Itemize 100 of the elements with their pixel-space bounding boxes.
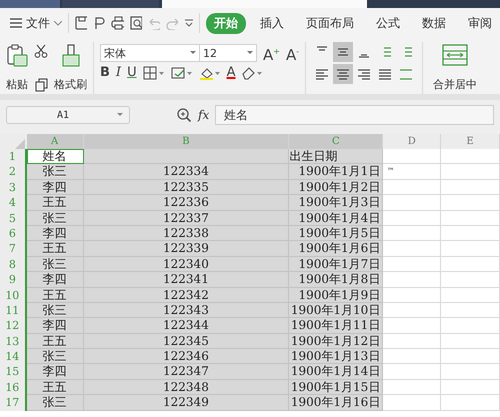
row-header[interactable]: 9 xyxy=(0,272,27,288)
table-cell: 李四 xyxy=(26,180,84,196)
table-cell xyxy=(441,349,500,364)
increase-font-button[interactable]: A$^{+}$ xyxy=(263,44,280,62)
file-menu-button[interactable]: 文件 xyxy=(10,14,62,32)
table-cell: 122346 xyxy=(84,349,290,364)
table-cell: 122349 xyxy=(84,395,290,411)
zoom-icon[interactable] xyxy=(176,107,192,123)
font-name-dropdown[interactable]: 宋体 xyxy=(100,44,200,62)
row-header[interactable]: 2 xyxy=(0,164,27,180)
fill-color-icon[interactable] xyxy=(198,66,221,80)
row-header[interactable]: 4 xyxy=(0,195,27,211)
ribbon-tab[interactable]: 数据 xyxy=(414,12,454,34)
table-cell xyxy=(383,210,442,226)
table-cell: 1900年1月11日 xyxy=(289,318,384,334)
caret-icon[interactable] xyxy=(117,113,123,117)
copy-icon[interactable] xyxy=(34,78,48,92)
paste-icon[interactable] xyxy=(6,44,28,68)
row-header[interactable]: 5 xyxy=(0,210,27,226)
ribbon-tab[interactable]: 公式 xyxy=(368,12,408,34)
table-cell: 王五 xyxy=(26,195,84,211)
name-box[interactable]: A1 xyxy=(6,106,130,124)
row-header[interactable]: 11 xyxy=(0,302,27,318)
ribbon-tab[interactable]: 审阅 xyxy=(460,12,500,34)
merge-center-label[interactable]: 合并居中 xyxy=(433,77,478,92)
ribbon-tab[interactable]: 插入 xyxy=(252,12,292,34)
save-icon[interactable] xyxy=(74,16,87,30)
table-cell: 王五 xyxy=(26,241,84,257)
cut-icon[interactable] xyxy=(34,44,48,58)
bold-button[interactable]: B xyxy=(100,66,110,80)
italic-button[interactable]: I xyxy=(116,66,122,80)
format-painter-label[interactable]: 格式刷 xyxy=(54,77,87,92)
menu-icon xyxy=(10,18,22,28)
table-cell xyxy=(383,226,442,242)
table-cell xyxy=(441,226,500,242)
paste-label[interactable]: 粘贴 xyxy=(6,77,28,92)
decrease-font-button[interactable]: A$^{-}$ xyxy=(286,44,300,62)
row-header[interactable]: 14 xyxy=(0,349,27,364)
table-cell: 1900年1月5日 xyxy=(289,226,384,242)
underline-button[interactable]: U xyxy=(127,66,137,80)
table-cell: 张三 xyxy=(26,302,84,318)
borders-icon[interactable] xyxy=(142,66,165,80)
row-header[interactable]: 12 xyxy=(0,318,27,334)
table-cell xyxy=(383,288,442,303)
table-cell: 122347 xyxy=(84,364,290,380)
table-cell: 122344 xyxy=(84,318,290,334)
table-cell: 1900年1月15日 xyxy=(289,380,384,396)
column-header[interactable]: B xyxy=(84,134,290,149)
table-cell xyxy=(383,302,442,318)
row-header[interactable]: 7 xyxy=(0,241,27,257)
table-cell: 张三 xyxy=(26,349,84,364)
table-cell: 122336 xyxy=(84,195,290,211)
table-cell: 122342 xyxy=(84,288,290,303)
row-header[interactable]: 6 xyxy=(0,226,27,242)
align-middle-icon[interactable] xyxy=(333,42,354,62)
table-cell: 出生日期 xyxy=(289,149,384,164)
caret-icon[interactable] xyxy=(190,51,196,55)
column-header[interactable]: C xyxy=(289,134,384,149)
row-header[interactable]: 1 xyxy=(0,149,27,164)
table-cell: 李四 xyxy=(26,318,84,334)
cell-style-icon[interactable] xyxy=(170,66,193,80)
function-label[interactable]: fx xyxy=(198,108,210,122)
ribbon-tab[interactable]: 开始 xyxy=(206,12,246,34)
format-painter-icon[interactable] xyxy=(60,44,80,68)
table-cell xyxy=(383,334,442,350)
caret-icon[interactable] xyxy=(247,51,253,55)
row-header[interactable]: 16 xyxy=(0,380,27,396)
row-header[interactable]: 13 xyxy=(0,334,27,350)
print-icon[interactable] xyxy=(111,16,124,30)
table-cell: 姓名 xyxy=(26,149,84,164)
table-cell: 1900年1月13日 xyxy=(289,349,384,364)
column-header[interactable]: A xyxy=(26,134,84,149)
table-cell: 122345 xyxy=(84,334,290,350)
row-header[interactable]: 8 xyxy=(0,256,27,272)
column-header[interactable]: E xyxy=(441,134,500,149)
table-cell xyxy=(441,395,500,411)
table-cell: 1900年1月7日 xyxy=(289,256,384,272)
align-center-icon[interactable] xyxy=(333,64,354,84)
table-cell: 122338 xyxy=(84,226,290,242)
table-cell xyxy=(383,195,442,211)
formula-input[interactable]: 姓名 xyxy=(215,105,494,125)
column-header[interactable]: D xyxy=(383,134,442,149)
row-header[interactable]: 17 xyxy=(0,395,27,411)
merge-cells-icon[interactable] xyxy=(442,44,468,66)
table-cell: 1900年1月14日 xyxy=(289,364,384,380)
font-size-dropdown[interactable]: 12 xyxy=(199,44,257,62)
table-cell xyxy=(441,302,500,318)
row-header[interactable]: 15 xyxy=(0,364,27,380)
ribbon-tab[interactable]: 页面布局 xyxy=(298,12,362,34)
table-cell: 1900年1月9日 xyxy=(289,288,384,303)
table-cell: 王五 xyxy=(26,288,84,303)
table-cell: 122337 xyxy=(84,210,290,226)
table-cell xyxy=(441,288,500,303)
customize-caret-icon[interactable] xyxy=(184,18,194,28)
font-color-button[interactable]: A xyxy=(226,66,236,80)
table-cell: 122334 xyxy=(84,164,290,180)
row-header[interactable]: 10 xyxy=(0,288,27,303)
row-header[interactable]: 3 xyxy=(0,180,27,196)
eraser-icon[interactable] xyxy=(241,66,264,80)
print-preview-icon[interactable] xyxy=(130,16,142,30)
